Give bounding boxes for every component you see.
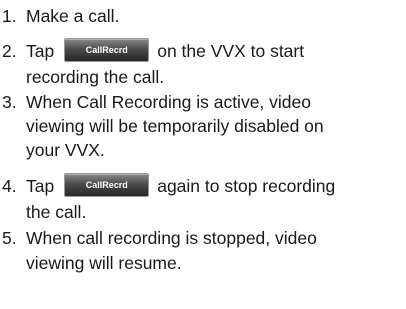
step-number: 3. [2, 92, 17, 112]
step-number: 1. [2, 6, 17, 26]
step-text: the call. [26, 202, 87, 222]
step-text: recording the call. [26, 67, 165, 87]
step-number: 5. [2, 228, 17, 248]
step-text: viewing will be temporarily disabled on [26, 116, 324, 136]
step-text: Tap [26, 41, 55, 61]
step-text: again to stop recording [157, 176, 336, 196]
step-number: 2. [2, 41, 17, 61]
step-text: your VVX. [26, 140, 105, 160]
callrecrd-softkey-image: CallRecrd [64, 38, 150, 63]
step-text: Tap [26, 176, 55, 196]
step-text: When call recording is stopped, video [26, 228, 317, 248]
callrecrd-softkey-image: CallRecrd [64, 173, 150, 198]
step-text: Make a call. [26, 6, 120, 26]
step-text: viewing will resume. [26, 253, 182, 273]
step-text: on the VVX to start [157, 41, 305, 61]
step-text: When Call Recording is active, video [26, 92, 311, 112]
step-number: 4. [2, 176, 17, 196]
